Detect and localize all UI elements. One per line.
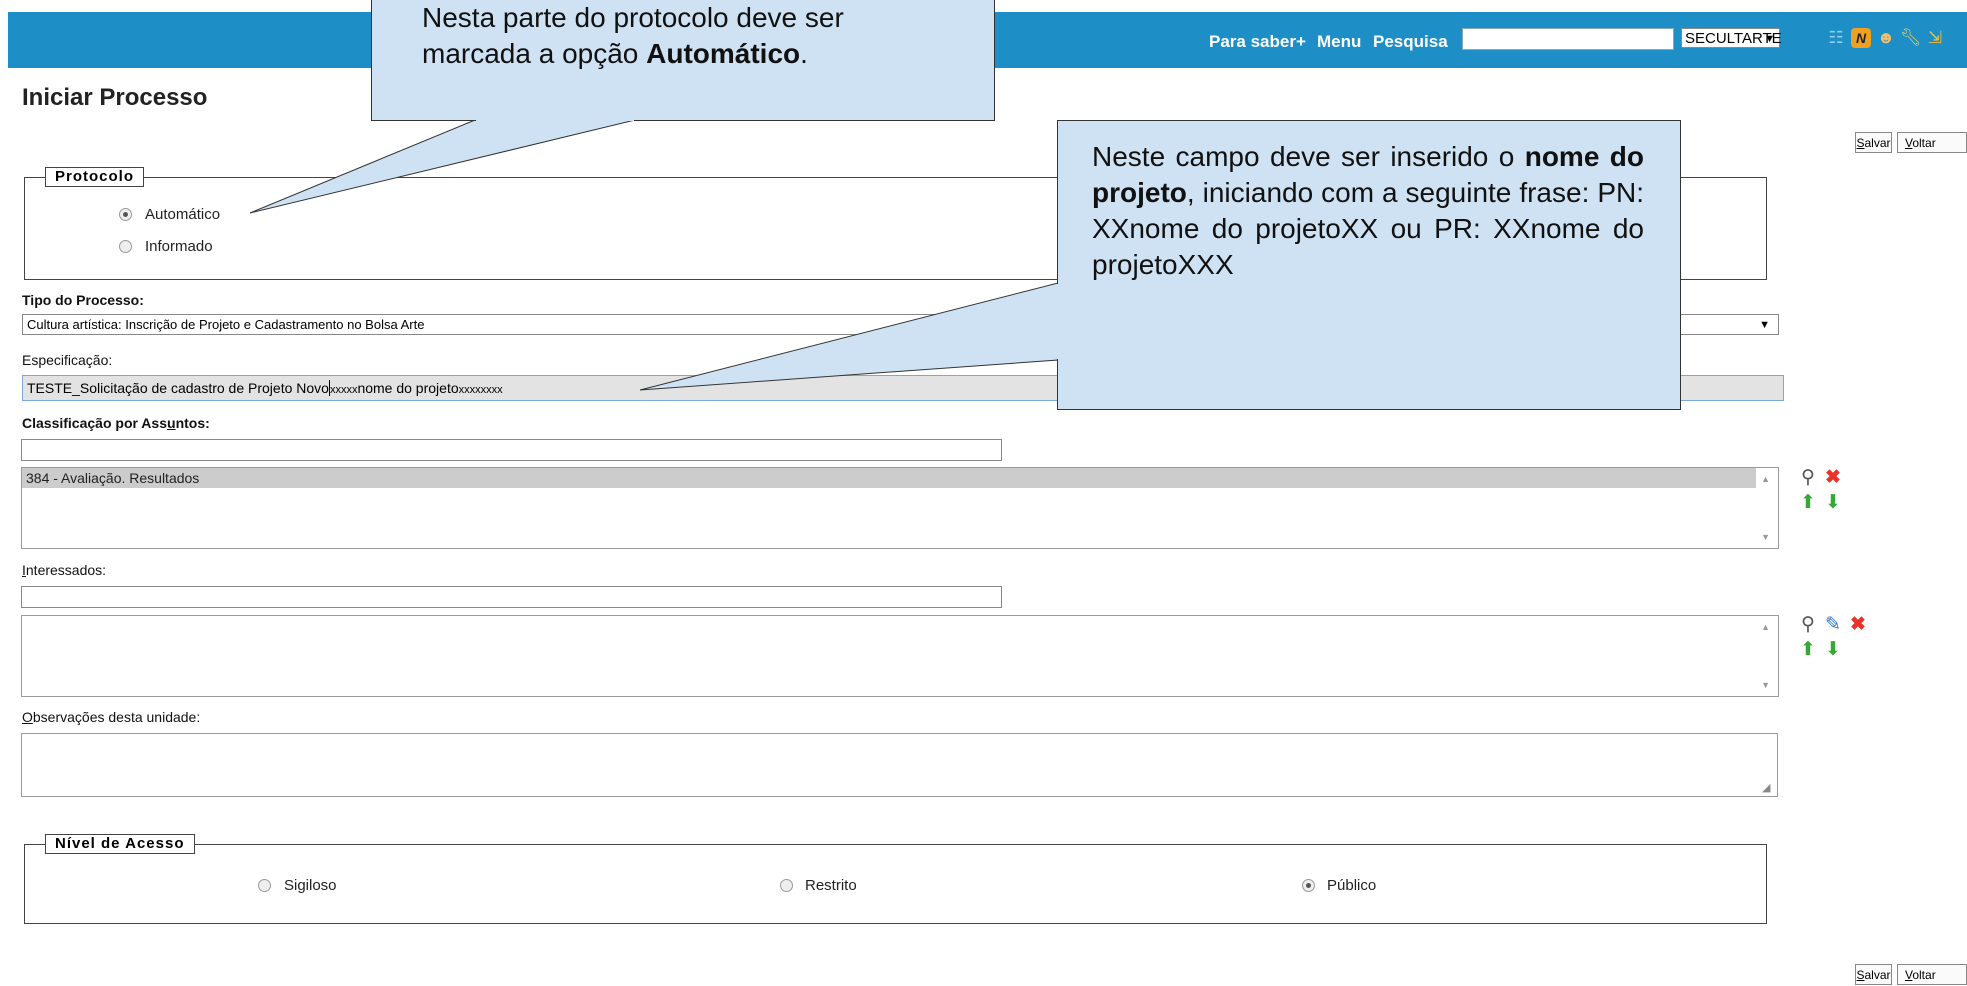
callout-pointer-cover-2 (1057, 284, 1059, 359)
